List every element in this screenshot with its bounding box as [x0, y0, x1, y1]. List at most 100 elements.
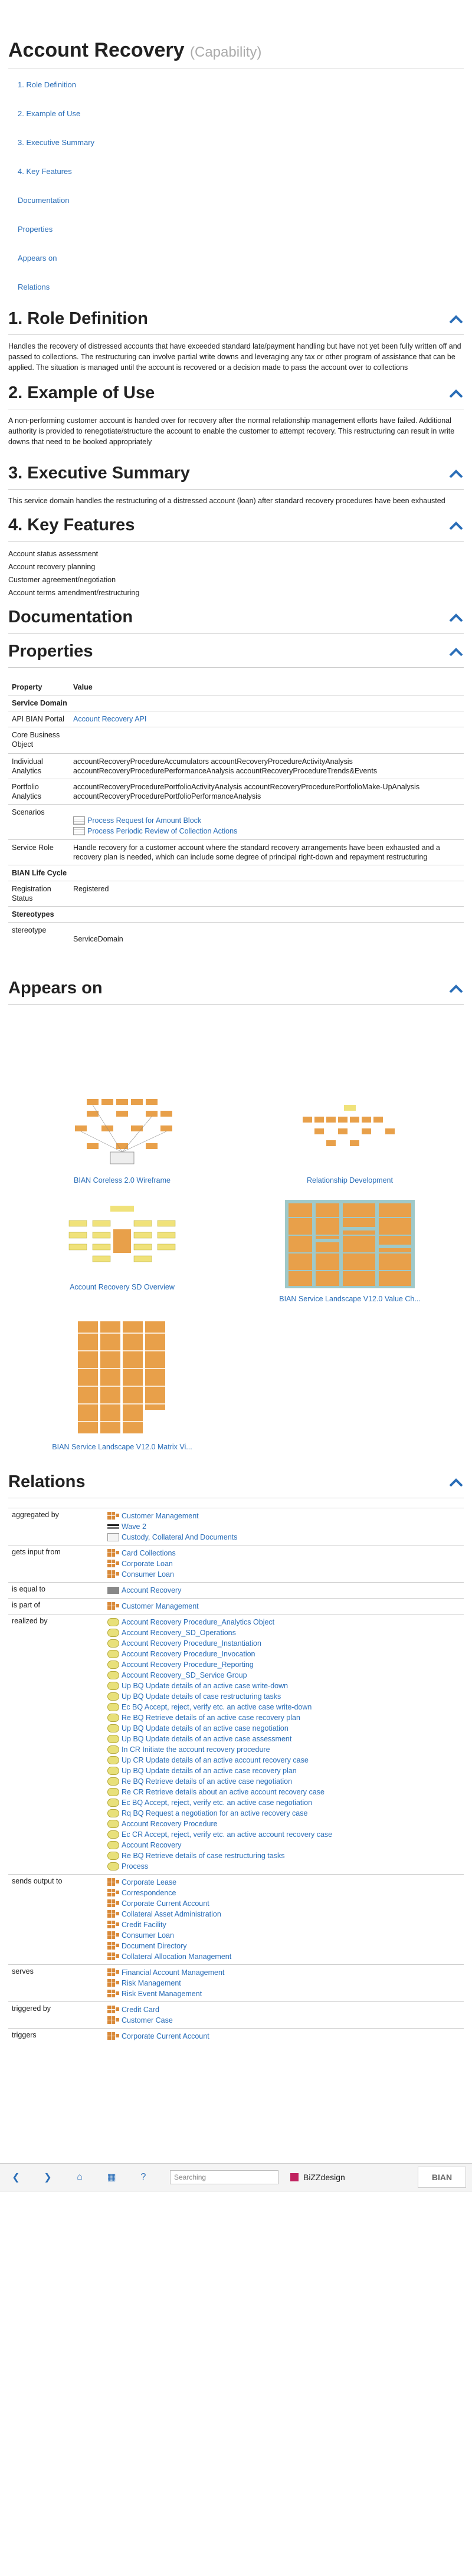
grid-icon [107, 1549, 119, 1557]
oval-icon [107, 1841, 119, 1849]
chevron-up-icon[interactable] [448, 983, 464, 994]
relation-link[interactable]: Ec BQ Accept, reject, verify etc. an act… [107, 1797, 460, 1808]
relation-link[interactable]: Financial Account Management [107, 1967, 460, 1978]
relation-link[interactable]: Document Directory [107, 1941, 460, 1951]
relation-link[interactable]: Account Recovery Procedure_Invocation [107, 1649, 460, 1659]
relation-link-label: Corporate Current Account [122, 2032, 209, 2040]
diagram-thumbnail[interactable]: Account Recovery SD Overview [8, 1200, 236, 1303]
oval-icon [107, 1703, 119, 1711]
toc-relations[interactable]: Relations [18, 281, 464, 310]
diagram-caption[interactable]: BIAN Service Landscape V12.0 Matrix Vi..… [8, 1443, 236, 1451]
relation-link[interactable]: Risk Event Management [107, 1988, 460, 1999]
grid-icon [107, 2016, 119, 2024]
toc-key-features[interactable]: 4. Key Features [18, 166, 464, 195]
relation-link[interactable]: Up CR Update details of an active accoun… [107, 1755, 460, 1766]
relation-link-label: Re BQ Retrieve details of case restructu… [122, 1852, 285, 1860]
relation-link[interactable]: Up BQ Update details of case restructuri… [107, 1691, 460, 1702]
chevron-up-icon[interactable] [448, 314, 464, 324]
toc-properties[interactable]: Properties [18, 224, 464, 252]
diagram-thumbnail[interactable]: BIAN Coreless 2.0 Wireframe [8, 1093, 236, 1184]
relation-link[interactable]: Re CR Retrieve details about an active a… [107, 1787, 460, 1797]
relations-table: aggregated by Customer Management Wave 2 Cu… [8, 1508, 464, 2044]
property-label: Individual Analytics [8, 753, 70, 779]
relation-link[interactable]: Corporate Current Account [107, 2031, 460, 2042]
relation-link-label: Risk Event Management [122, 1990, 202, 1998]
scenario-label: Process Request for Amount Block [87, 816, 202, 825]
chevron-right-icon[interactable]: ❯ [32, 2171, 64, 2183]
relation-link[interactable]: Customer Management [107, 1511, 460, 1521]
relation-link[interactable]: Up BQ Update details of an active case a… [107, 1734, 460, 1744]
relation-link[interactable]: Ec BQ Accept, reject, verify etc. an act… [107, 1702, 460, 1712]
diagram-thumbnail[interactable]: BIAN Service Landscape V12.0 Value Ch... [236, 1200, 464, 1303]
home-icon[interactable]: ⌂ [64, 2172, 96, 2183]
relation-link[interactable]: Customer Case [107, 2015, 460, 2026]
relation-link[interactable]: Card Collections [107, 1548, 460, 1558]
property-label: Portfolio Analytics [8, 779, 70, 805]
relation-link-label: Corporate Loan [122, 1560, 173, 1568]
toc-role-definition[interactable]: 1. Role Definition [18, 79, 464, 108]
scenario-link[interactable]: Process Request for Amount Block [73, 815, 459, 826]
relation-link[interactable]: Credit Facility [107, 1919, 460, 1930]
diagram-caption[interactable]: Relationship Development [236, 1176, 464, 1184]
relation-link[interactable]: Custody, Collateral And Documents [107, 1532, 460, 1543]
relation-link[interactable]: Up BQ Update details of an active case w… [107, 1681, 460, 1691]
chevron-up-icon[interactable] [448, 520, 464, 531]
relation-link[interactable]: Customer Management [107, 1601, 460, 1612]
relation-row: serves Financial Account Management Risk M… [8, 1964, 464, 2002]
relation-link[interactable]: Correspondence [107, 1888, 460, 1898]
chevron-up-icon[interactable] [448, 612, 464, 623]
chevron-up-icon[interactable] [448, 1477, 464, 1488]
relation-link[interactable]: Re BQ Retrieve details of case restructu… [107, 1850, 460, 1861]
scenario-link[interactable]: Process Periodic Review of Collection Ac… [73, 826, 459, 836]
chevron-up-icon[interactable] [448, 388, 464, 399]
relation-link[interactable]: Account Recovery [107, 1840, 460, 1850]
diagram-caption[interactable]: BIAN Service Landscape V12.0 Value Ch... [236, 1295, 464, 1303]
relation-link[interactable]: Re BQ Retrieve details of an active case… [107, 1776, 460, 1787]
chevron-left-icon[interactable]: ❮ [0, 2171, 32, 2183]
relation-link[interactable]: Collateral Allocation Management [107, 1951, 460, 1962]
relation-link[interactable]: Credit Card [107, 2004, 460, 2015]
property-label: Registration Status [8, 881, 70, 907]
diagram-thumbnail[interactable]: Relationship Development [236, 1093, 464, 1184]
grid-view-icon[interactable]: ▦ [96, 2171, 127, 2183]
relation-link[interactable]: Account Recovery_SD_Service Group [107, 1670, 460, 1681]
relation-link[interactable]: Wave 2 [107, 1521, 460, 1532]
relation-link[interactable]: Account Recovery Procedure_Analytics Obj… [107, 1617, 460, 1627]
relation-link[interactable]: Rq BQ Request a negotiation for an activ… [107, 1808, 460, 1819]
relation-link[interactable]: Account Recovery_SD_Operations [107, 1627, 460, 1638]
relation-link[interactable]: In CR Initiate the account recovery proc… [107, 1744, 460, 1755]
relation-link[interactable]: Consumer Loan [107, 1930, 460, 1941]
search-input[interactable]: Searching [170, 2170, 278, 2184]
relation-link[interactable]: Account Recovery [107, 1585, 460, 1596]
relation-link[interactable]: Up BQ Update details of an active case n… [107, 1723, 460, 1734]
relation-link[interactable]: Re BQ Retrieve details of an active case… [107, 1712, 460, 1723]
page-content: Account Recovery (Capability) 1. Role De… [0, 39, 472, 2044]
api-link[interactable]: Account Recovery API [73, 715, 146, 723]
relation-link[interactable]: Corporate Lease [107, 1877, 460, 1888]
relation-link[interactable]: Ec CR Accept, reject, verify etc. an act… [107, 1829, 460, 1840]
relation-link[interactable]: Up BQ Update details of an active case r… [107, 1766, 460, 1776]
relation-link[interactable]: Risk Management [107, 1978, 460, 1988]
help-icon[interactable]: ? [127, 2172, 159, 2183]
relation-link[interactable]: Consumer Loan [107, 1569, 460, 1580]
relation-link[interactable]: Corporate Loan [107, 1558, 460, 1569]
oval-icon [107, 1745, 119, 1754]
toc-documentation[interactable]: Documentation [18, 195, 464, 224]
chevron-up-icon[interactable] [448, 468, 464, 479]
relation-link[interactable]: Account Recovery Procedure_Reporting [107, 1659, 460, 1670]
diagram-caption[interactable]: Account Recovery SD Overview [8, 1283, 236, 1291]
relation-link[interactable]: Account Recovery Procedure [107, 1819, 460, 1829]
toc-executive-summary[interactable]: 3. Executive Summary [18, 137, 464, 166]
diagram-caption[interactable]: BIAN Coreless 2.0 Wireframe [8, 1176, 236, 1184]
oval-icon [107, 1671, 119, 1679]
relation-link-label: Account Recovery_SD_Service Group [122, 1671, 247, 1679]
list-item: Account status assessment [8, 550, 99, 558]
toc-appears-on[interactable]: Appears on [18, 252, 464, 281]
diagram-thumbnail[interactable]: BIAN Service Landscape V12.0 Matrix Vi..… [8, 1318, 236, 1451]
chevron-up-icon[interactable] [448, 647, 464, 657]
relation-link[interactable]: Process [107, 1861, 460, 1872]
relation-link[interactable]: Corporate Current Account [107, 1898, 460, 1909]
relation-link[interactable]: Collateral Asset Administration [107, 1909, 460, 1919]
relation-link[interactable]: Account Recovery Procedure_Instantiation [107, 1638, 460, 1649]
toc-example-of-use[interactable]: 2. Example of Use [18, 108, 464, 137]
